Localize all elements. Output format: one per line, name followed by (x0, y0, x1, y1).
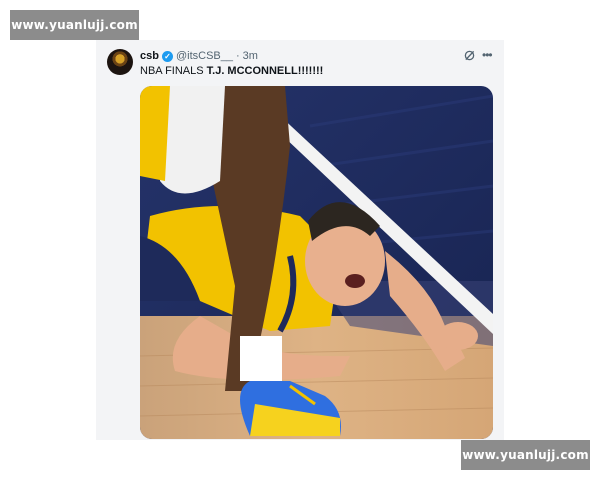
white-sock (240, 336, 282, 381)
avatar[interactable] (107, 49, 133, 75)
timestamp[interactable]: 3m (243, 50, 258, 62)
watermark-top: www.yuanlujj.com (10, 10, 139, 40)
photo-illustration (140, 86, 493, 439)
more-horizontal-icon[interactable]: ••• (482, 48, 493, 62)
tweet-text: NBA FINALS T.J. MCCONNELL!!!!!!! (140, 65, 323, 77)
author-handle[interactable]: @itsCSB__ (176, 50, 233, 62)
watermark-bottom: www.yuanlujj.com (461, 440, 590, 470)
tweet-header: csb ✓ @itsCSB__ · 3m (140, 50, 258, 62)
separator: · (236, 50, 240, 62)
tweet-text-prefix: NBA FINALS (140, 65, 207, 77)
tweet-text-bold: T.J. MCCONNELL!!!!!!! (206, 65, 324, 77)
grok-icon[interactable] (464, 50, 475, 61)
tweet-card[interactable]: csb ✓ @itsCSB__ · 3m ••• NBA FINALS T.J.… (96, 40, 504, 440)
author-name[interactable]: csb (140, 50, 159, 62)
verified-badge-icon: ✓ (161, 50, 173, 62)
white-shorts (160, 86, 225, 194)
tweet-photo[interactable] (140, 86, 493, 439)
